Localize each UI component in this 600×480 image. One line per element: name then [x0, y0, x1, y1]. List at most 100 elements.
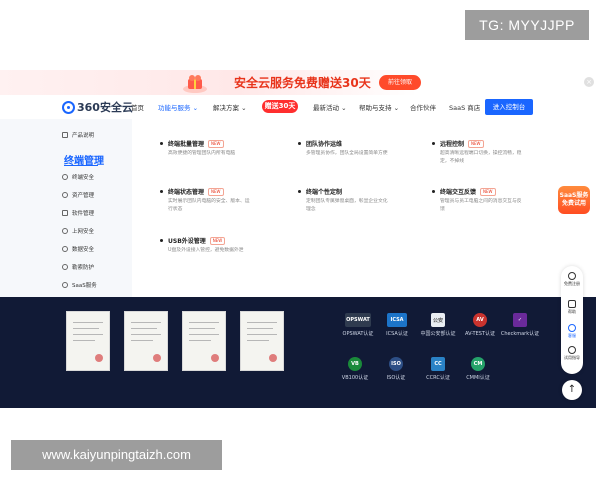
feature-usb-management[interactable]: USB外设管理 NEW U盘及外设接入管控，避免数据外泄 [160, 236, 270, 255]
feature-desc: 高效便捷的管理团队内所有电脑 [168, 151, 236, 156]
sidebar-item-internet-security[interactable]: 上网安全 [62, 227, 94, 235]
toolbar-label: 客服 [568, 333, 576, 338]
badge-label: VB100认证 [341, 375, 369, 381]
bullet-icon [298, 142, 301, 145]
promo-text: 安全云服务免费赠送30天 [234, 76, 371, 90]
nav-home[interactable]: 首页 [131, 102, 144, 112]
sidebar-item-data-security[interactable]: 数据安全 [62, 245, 94, 253]
feature-desc: U盘及外设接入管控，避免数据外泄 [168, 248, 244, 253]
cmmi-icon: CM [471, 357, 485, 371]
globe-icon [62, 228, 68, 234]
chevron-down-icon: ⌄ [341, 104, 347, 112]
feature-batch-management[interactable]: 终端批量管理 NEW 高效便捷的管理团队内所有电脑 [160, 139, 270, 158]
saas-trial-line1: SaaS服务 [559, 192, 589, 199]
back-to-top-button[interactable]: ↑ [562, 380, 582, 400]
claim-button[interactable]: 前往领取 [379, 75, 421, 90]
toolbar-support[interactable]: 客服 [561, 324, 583, 338]
checkmark-icon: ✓ [513, 313, 527, 327]
feature-desc: 多管理员协作，团队全局设置简单方便 [306, 151, 388, 156]
badge-ccrc: CC CCRC认证 [422, 357, 454, 381]
feature-team-ops[interactable]: 团队协作运维 多管理员协作，团队全局设置简单方便 [298, 139, 408, 158]
toolbar-trial-guide[interactable]: 试用指导 [561, 346, 583, 360]
toolbar-register[interactable]: 免费注册 [561, 272, 583, 286]
feature-desc: 实时展示团队内电脑的安全、版本、运行状态 [168, 199, 250, 212]
guide-icon [568, 346, 576, 354]
top-nav: 360安全云 首页 功能与服务 ⌄ 解决方案 ⌄ 赠送30天 最新活动 ⌄ 帮助… [0, 95, 596, 120]
asset-icon [62, 192, 68, 198]
sidebar-item-asset-management[interactable]: 资产管理 [62, 191, 94, 199]
feature-desc: 定制团队专属弹窗桌面，彰显企业文化理念 [306, 199, 388, 212]
new-badge: NEW [208, 139, 224, 148]
iso-icon: ISO [389, 357, 403, 371]
sidebar-item-label: 终端安全 [72, 175, 95, 181]
certificate-image [182, 311, 226, 371]
nav-solutions[interactable]: 解决方案 ⌄ [213, 102, 247, 112]
badge-label: CCRC认证 [426, 375, 450, 381]
icsa-icon: ICSA [387, 313, 407, 327]
badge-label: CMMI认证 [466, 375, 490, 381]
new-badge: NEW [480, 187, 496, 196]
badge-police: 公安 中国公安部认证 [416, 313, 460, 337]
sidebar-item-software-management[interactable]: 软件管理 [62, 209, 94, 217]
headset-icon [568, 324, 576, 332]
floating-toolbar: 免费注册 帮助 客服 试用指导 [561, 266, 583, 374]
toolbar-label: 帮助 [568, 309, 576, 314]
gift-icon [183, 75, 207, 93]
features-mega-menu: 产品说明 终端管理 终端安全 资产管理 软件管理 上网安全 数据安全 勒索防护 … [0, 119, 596, 297]
feature-status-management[interactable]: 终端状态管理 NEW 实时展示团队内电脑的安全、版本、运行状态 [160, 187, 270, 214]
vb100-icon: VB [348, 357, 362, 371]
feature-title: 终端状态管理 [168, 189, 205, 196]
free-30-days-button[interactable]: 赠送30天 [262, 100, 298, 113]
toolbar-help[interactable]: 帮助 [561, 300, 583, 314]
sidebar-item-label: 产品说明 [72, 133, 95, 139]
document-icon [62, 132, 68, 138]
bullet-icon [432, 142, 435, 145]
nav-events[interactable]: 最新活动 ⌄ [313, 102, 347, 112]
toolbar-label: 免费注册 [564, 281, 580, 286]
sidebar-item-endpoint-security[interactable]: 终端安全 [62, 173, 94, 181]
nav-saas-store[interactable]: SaaS 商店 [449, 102, 480, 112]
sidebar-item-saas-service[interactable]: SaaS服务 [62, 281, 97, 289]
saas-trial-float[interactable]: SaaS服务 免费试用 [556, 180, 592, 216]
badge-label: OPSWAT认证 [342, 331, 374, 337]
watermark-bottom: www.kaiyunpingtaizh.com [11, 440, 222, 470]
promo-banner[interactable]: 安全云服务免费赠送30天 前往领取 × [0, 70, 596, 96]
certifications-section: OPSWAT OPSWAT认证 ICSA ICSA认证 公安 中国公安部认证 A… [0, 297, 596, 408]
badge-label: Checkmark认证 [500, 331, 540, 337]
badge-iso: ISO ISO认证 [382, 357, 410, 381]
feature-interaction-feedback[interactable]: 终端交互反馈 NEW 管理员与员工电脑之间的消息交互与反馈 [432, 187, 542, 214]
feature-title: 终端交互反馈 [440, 189, 477, 196]
new-badge: NEW [208, 187, 224, 196]
new-badge: NEW [468, 139, 484, 148]
sidebar-item-label: 数据安全 [72, 247, 95, 253]
badge-label: AV-TEST认证 [464, 331, 495, 337]
close-icon[interactable]: × [584, 77, 594, 87]
feature-title: 终端批量管理 [168, 141, 205, 148]
chevron-down-icon: ⌄ [192, 104, 199, 112]
logo[interactable]: 360安全云 [62, 99, 133, 115]
sidebar-item-product-intro[interactable]: 产品说明 [62, 131, 94, 139]
user-add-icon [568, 272, 576, 280]
software-icon [62, 210, 68, 216]
opswat-icon: OPSWAT [345, 313, 371, 327]
feature-remote-control[interactable]: 远程控制 NEW 超高清晰远程端口切换，操控流畅，稳定，不掉线 [432, 139, 542, 166]
title-underline [64, 165, 98, 166]
console-button[interactable]: 进入控制台 [485, 99, 533, 115]
sidebar-item-label: SaaS服务 [72, 283, 97, 289]
badge-cmmi: CM CMMI认证 [462, 357, 494, 381]
nav-features[interactable]: 功能与服务 ⌄ [158, 102, 198, 112]
badge-avtest: AV AV-TEST认证 [462, 313, 498, 337]
saas-trial-badge: SaaS服务 免费试用 [558, 186, 590, 214]
certificate-icon: 公安 [431, 313, 445, 327]
feature-customization[interactable]: 终端个性定制 定制团队专属弹窗桌面，彰显企业文化理念 [298, 187, 408, 214]
logo-icon [62, 100, 75, 114]
chevron-down-icon: ⌄ [241, 104, 247, 112]
sidebar-item-ransomware-protection[interactable]: 勒索防护 [62, 263, 94, 271]
badge-vb100: VB VB100认证 [340, 357, 370, 381]
feature-desc: 管理员与员工电脑之间的消息交互与反馈 [440, 199, 522, 212]
badge-checkmark: ✓ Checkmark认证 [500, 313, 540, 337]
lock-icon [62, 264, 68, 270]
cloud-icon [62, 282, 68, 288]
nav-partners[interactable]: 合作伙伴 [410, 102, 436, 112]
nav-help[interactable]: 帮助与支持 ⌄ [359, 102, 399, 112]
